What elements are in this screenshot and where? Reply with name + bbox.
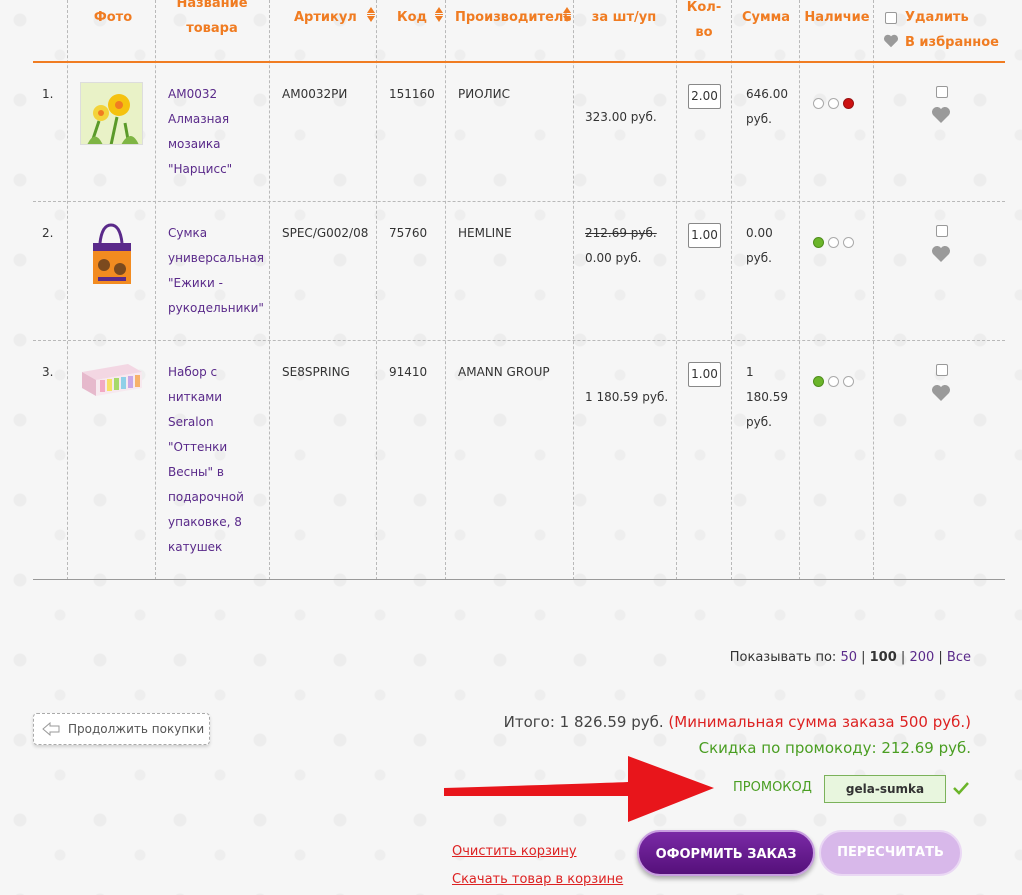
product-image[interactable] <box>80 221 143 284</box>
header-qty: Кол-во <box>686 0 722 40</box>
select-all-checkbox[interactable] <box>885 12 897 24</box>
total-amount: Итого: 1 826.59 руб. <box>503 713 664 731</box>
availability-dot <box>813 98 824 109</box>
product-name-link[interactable]: Сумка универсальная "Ежики - рукодельник… <box>168 221 264 321</box>
cart-table: Фото Название товара Артикул Код Произво… <box>33 0 1005 580</box>
product-price: 1 180.59 руб. <box>585 390 669 404</box>
back-arrow-icon <box>42 722 60 736</box>
product-name-link[interactable]: АМ0032 Алмазная мозаика "Нарцисс" <box>168 82 260 182</box>
header-delete: Удалить <box>905 10 969 25</box>
availability-indicator <box>813 376 854 387</box>
header-price: за шт/уп <box>591 10 657 25</box>
per-page-option-100: 100 <box>869 650 897 665</box>
delete-checkbox[interactable] <box>936 364 948 376</box>
clear-cart-link[interactable]: Очистить корзину <box>452 844 577 859</box>
table-header: Фото Название товара Артикул Код Произво… <box>33 0 1005 63</box>
product-manufacturer: РИОЛИС <box>458 87 511 101</box>
header-manufacturer[interactable]: Производитель <box>455 5 572 30</box>
table-row: 3. Набор с нитками Seralon "Оттенки Весн… <box>33 341 1005 580</box>
product-code: 91410 <box>389 365 428 379</box>
product-price: 323.00 руб. <box>585 110 657 124</box>
promo-label: ПРОМОКОД <box>733 780 812 795</box>
availability-dot <box>813 376 824 387</box>
min-order-notice: (Минимальная сумма заказа 500 руб.) <box>668 713 971 731</box>
promo-code-input[interactable]: gela-sumka <box>824 775 946 803</box>
delete-checkbox[interactable] <box>936 225 948 237</box>
availability-dot <box>828 98 839 109</box>
quantity-input[interactable]: 1.00 <box>688 223 721 248</box>
download-cart-link[interactable]: Скачать товар в корзине <box>452 872 623 887</box>
product-code: 75760 <box>389 226 428 240</box>
per-page-option-200[interactable]: 200 <box>909 650 934 665</box>
checkmark-icon <box>953 782 969 795</box>
per-page-option-all[interactable]: Все <box>947 650 971 665</box>
product-old-price: 212.69 руб. <box>585 226 657 240</box>
sort-manufacturer-icon[interactable] <box>563 7 571 23</box>
availability-dot <box>828 376 839 387</box>
product-image[interactable] <box>80 360 143 400</box>
product-price: 0.00 руб. <box>585 251 642 265</box>
product-sum: 1 180.59 руб. <box>746 365 788 429</box>
product-code: 151160 <box>389 87 435 101</box>
header-photo: Фото <box>93 10 133 25</box>
header-name[interactable]: Название товара <box>159 0 265 41</box>
heart-icon <box>884 34 898 48</box>
favorite-heart-icon[interactable] <box>931 106 951 124</box>
header-code[interactable]: Код <box>397 5 427 30</box>
row-number: 3. <box>42 365 54 379</box>
sort-code-icon[interactable] <box>435 7 443 23</box>
product-sum: 0.00 руб. <box>746 226 773 265</box>
availability-dot <box>828 237 839 248</box>
product-article: SE8SPRING <box>282 365 350 379</box>
per-page-option-50[interactable]: 50 <box>840 650 857 665</box>
row-number: 1. <box>42 87 54 101</box>
product-sum: 646.00 руб. <box>746 87 788 126</box>
product-image[interactable] <box>80 82 143 145</box>
recalculate-button[interactable]: ПЕРЕСЧИТАТЬ <box>819 830 962 876</box>
red-arrow-icon <box>444 756 714 822</box>
promo-discount: Скидка по промокоду: 212.69 руб. <box>698 739 971 757</box>
product-manufacturer: HEMLINE <box>458 226 512 240</box>
per-page-selector: Показывать по: 50 | 100 | 200 | Все <box>729 650 971 665</box>
favorite-heart-icon[interactable] <box>931 245 951 263</box>
table-row: 2. Сумка универсальная "Ежики - рукодель… <box>33 202 1005 341</box>
product-article: SPEC/G002/08 <box>282 226 369 240</box>
header-sum: Сумма <box>741 10 791 25</box>
availability-dot <box>843 376 854 387</box>
table-row: 1. АМ0032 Алмазная мозаика "Нарцисс" АМ0… <box>33 63 1005 202</box>
row-number: 2. <box>42 226 54 240</box>
product-manufacturer: AMANN GROUP <box>458 365 550 379</box>
product-name-link[interactable]: Набор с нитками Seralon "Оттенки Весны" … <box>168 360 260 560</box>
continue-shopping-label: Продолжить покупки <box>68 722 205 736</box>
delete-checkbox[interactable] <box>936 86 948 98</box>
availability-indicator <box>813 237 854 248</box>
continue-shopping-button[interactable]: Продолжить покупки <box>33 713 210 745</box>
header-favorites: В избранное <box>905 35 999 50</box>
availability-dot <box>843 98 854 109</box>
order-total: Итого: 1 826.59 руб. (Минимальная сумма … <box>504 713 971 731</box>
checkout-button[interactable]: ОФОРМИТЬ ЗАКАЗ <box>637 830 815 876</box>
per-page-label: Показывать по: <box>729 650 837 665</box>
availability-dot <box>843 237 854 248</box>
product-article: АМ0032РИ <box>282 87 348 101</box>
quantity-input[interactable]: 1.00 <box>688 362 721 387</box>
availability-indicator <box>813 98 854 109</box>
quantity-input[interactable]: 2.00 <box>688 84 721 109</box>
header-article[interactable]: Артикул <box>294 5 357 30</box>
favorite-heart-icon[interactable] <box>931 384 951 402</box>
sort-article-icon[interactable] <box>367 7 375 23</box>
availability-dot <box>813 237 824 248</box>
header-availability: Наличие <box>804 10 870 25</box>
